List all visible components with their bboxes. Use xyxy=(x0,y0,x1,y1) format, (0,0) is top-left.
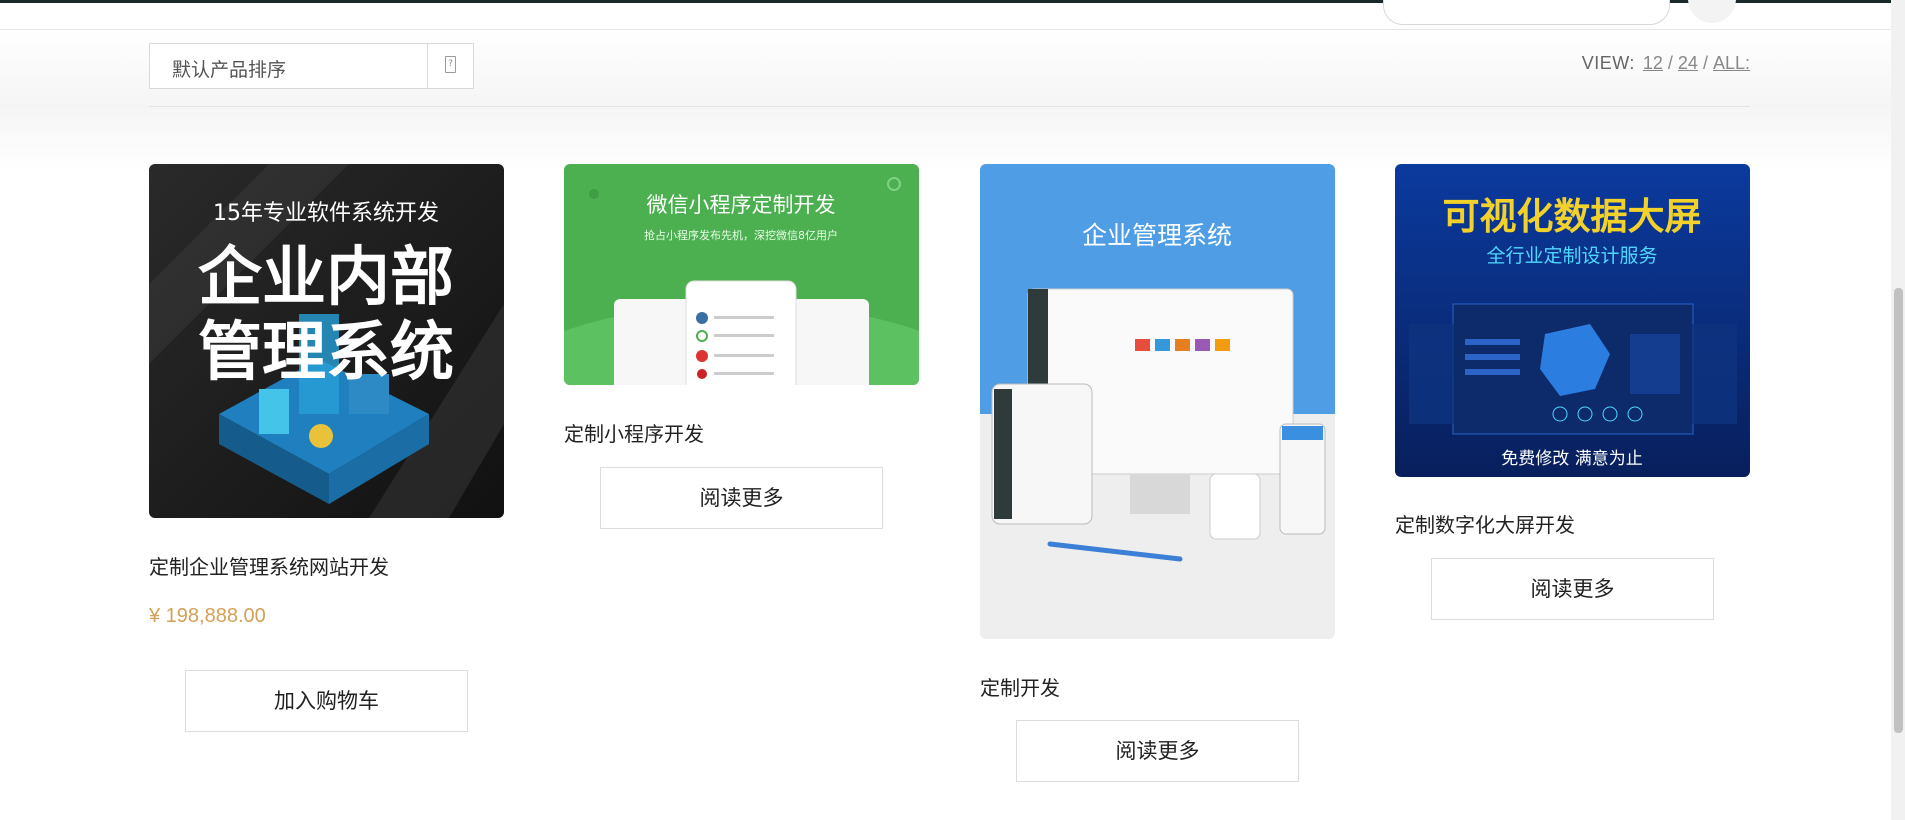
image-caption: 抢占小程序发布先机，深挖微信8亿用户 xyxy=(644,228,838,242)
scrollbar-thumb[interactable] xyxy=(1894,288,1903,733)
page-scrollbar[interactable] xyxy=(1891,0,1905,820)
product-price: ¥ 198,888.00 xyxy=(149,605,266,627)
view-option-12[interactable]: 12 xyxy=(1643,53,1663,73)
sort-select-label: 默认产品排序 xyxy=(172,59,287,81)
product-image[interactable]: 15年专业软件系统开发 企业内部 管理系统 xyxy=(149,164,504,518)
view-option-24[interactable]: 24 xyxy=(1678,53,1698,73)
image-caption: 全行业定制设计服务 xyxy=(1486,245,1657,267)
view-option-all[interactable]: ALL: xyxy=(1713,53,1750,73)
view-label: VIEW: xyxy=(1581,53,1635,73)
product-title[interactable]: 定制数字化大屏开发 xyxy=(1395,509,1575,538)
image-caption: 15年专业软件系统开发 xyxy=(213,201,439,226)
sort-select-toggle[interactable]: ? xyxy=(427,44,473,88)
sort-select[interactable]: 默认产品排序 ? xyxy=(149,43,474,89)
shop-toolbar: 默认产品排序 ? VIEW: 12/24/ALL: xyxy=(149,43,1750,107)
read-more-button[interactable]: 阅读更多 xyxy=(600,467,883,529)
header-cart-icon[interactable] xyxy=(1688,0,1736,23)
product-title[interactable]: 定制开发 xyxy=(980,672,1060,701)
product-image[interactable]: 微信小程序定制开发 抢占小程序发布先机，深挖微信8亿用户 xyxy=(564,164,919,385)
image-caption: 免费修改 满意为止 xyxy=(1501,449,1642,469)
top-header-bar xyxy=(0,0,1905,30)
dropdown-icon: ? xyxy=(445,56,456,73)
read-more-button[interactable]: 阅读更多 xyxy=(1016,720,1299,782)
product-image[interactable]: 可视化数据大屏 全行业定制设计服务 免费修改 满意为止 xyxy=(1395,164,1750,477)
header-search-input[interactable] xyxy=(1383,0,1670,25)
product-title[interactable]: 定制企业管理系统网站开发 xyxy=(149,551,389,580)
image-caption: 企业管理系统 xyxy=(1082,221,1232,250)
image-caption: 企业内部 xyxy=(198,241,454,315)
view-per-page: VIEW: 12/24/ALL: xyxy=(1581,53,1750,73)
image-caption: 微信小程序定制开发 xyxy=(647,193,836,217)
image-caption: 管理系统 xyxy=(198,316,454,390)
product-image[interactable]: 企业管理系统 xyxy=(980,164,1335,639)
image-caption: 可视化数据大屏 xyxy=(1443,195,1702,238)
add-to-cart-button[interactable]: 加入购物车 xyxy=(185,670,468,732)
product-title[interactable]: 定制小程序开发 xyxy=(564,418,704,447)
read-more-button[interactable]: 阅读更多 xyxy=(1431,558,1714,620)
